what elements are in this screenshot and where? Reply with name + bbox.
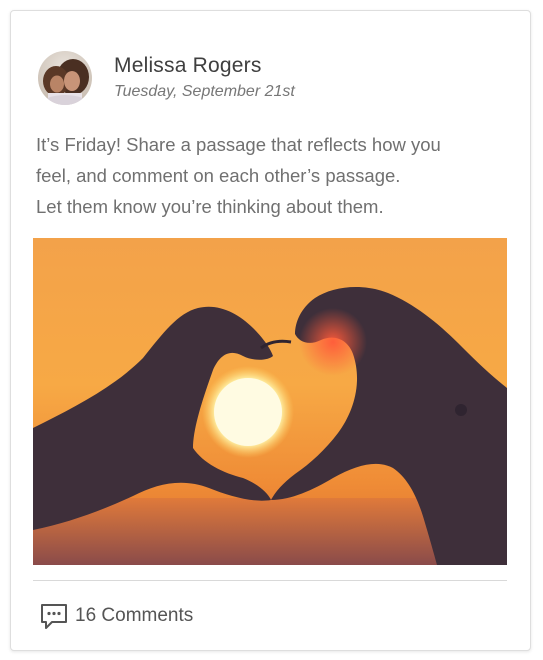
post-body-line: feel, and comment on each other’s passag… <box>36 165 401 186</box>
post-body-line: It’s Friday! Share a passage that reflec… <box>36 134 441 155</box>
post-card: Melissa Rogers Tuesday, September 21st I… <box>10 10 531 651</box>
post-date: Tuesday, September 21st <box>114 83 295 100</box>
post-body: It’s Friday! Share a passage that reflec… <box>36 129 511 222</box>
comment-icon[interactable] <box>39 601 69 631</box>
post-meta: Melissa Rogers Tuesday, September 21st <box>114 54 295 102</box>
post-body-line: Let them know you’re thinking about them… <box>36 196 384 217</box>
avatar[interactable] <box>38 51 92 105</box>
footer-divider <box>33 580 507 581</box>
post-header: Melissa Rogers Tuesday, September 21st <box>38 51 295 105</box>
author-name[interactable]: Melissa Rogers <box>114 54 295 78</box>
post-photo[interactable] <box>33 238 507 565</box>
comments-count[interactable]: 16 Comments <box>75 605 193 627</box>
comments-link[interactable]: 16 Comments <box>39 601 193 631</box>
